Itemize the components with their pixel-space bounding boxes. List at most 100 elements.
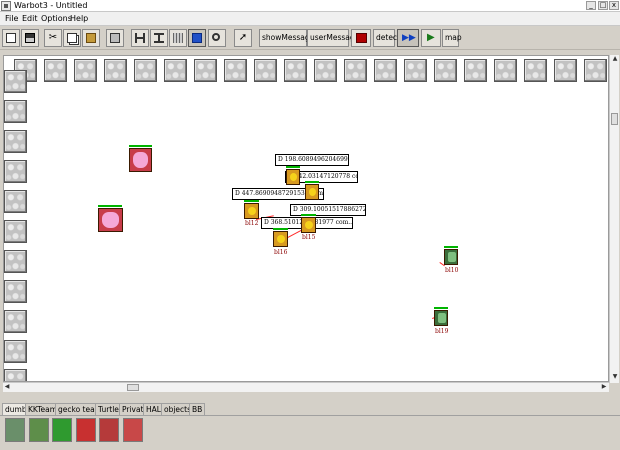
user-message-button[interactable]: userMessage [307,29,359,47]
robot-sprite [301,217,316,233]
health-bar [305,181,319,183]
wall-rock [164,59,187,82]
play-button[interactable]: ▶ [421,29,441,47]
map-button[interactable]: map [442,29,462,47]
rocket-launcher-unit[interactable]: bl19 [434,307,448,335]
menu-bar: File Edit Options Help [0,12,620,26]
stop-button[interactable] [351,29,371,47]
wall-rock [4,190,27,213]
wall-rock [434,59,457,82]
print-icon [110,33,120,43]
save-button[interactable] [21,29,39,47]
wall-rock [284,59,307,82]
wall-rock [4,340,27,363]
wall-rock [584,59,607,82]
base-green-icon[interactable] [52,418,72,442]
vertical-scrollbar[interactable]: ▲ ▼ [609,55,619,383]
align-vertical-button[interactable] [150,29,168,47]
minimize-button[interactable]: _ [586,1,596,10]
wall-rock [74,59,97,82]
menu-file[interactable]: File [5,14,18,24]
health-bar [286,166,300,168]
menu-help[interactable]: Help [70,14,88,24]
health-bar [273,228,288,230]
vertical-scroll-thumb[interactable] [611,113,618,125]
cut-button[interactable]: ✂ [44,29,62,47]
robot-sprite [434,310,448,326]
wall-rock [314,59,337,82]
battle-arena[interactable]: D 198.60894962046996 com.. D 242.0314712… [3,55,609,382]
home-base-unit[interactable] [129,145,152,173]
horizontal-scrollbar[interactable]: ◀ ▶ [3,382,609,392]
pointer-button[interactable]: ➚ [234,29,252,47]
save-icon [25,33,35,43]
menu-edit[interactable]: Edit [22,14,38,24]
scroll-right-icon[interactable]: ▶ [600,383,608,391]
wall-rock [4,280,27,303]
tab-bb[interactable]: BB [189,403,206,415]
wall-rock [524,59,547,82]
robot-label: bl10 [445,267,459,274]
distance-readout: D 198.60894962046996 com.. [275,154,349,166]
explorer-unit[interactable] [305,181,319,201]
explorer-unit[interactable]: bl16 [273,228,288,256]
application-window: Warbot3 - Untitled _ □ x File Edit Optio… [0,0,620,450]
base-red-icon[interactable] [76,418,96,442]
new-file-button[interactable] [2,29,20,47]
wall-rock [4,130,27,153]
grid-icon [173,33,183,43]
robot-label: bl19 [435,328,449,335]
tab-turtle[interactable]: Turtle [95,403,122,415]
robot-red-icon[interactable] [99,418,119,442]
explorer-unit[interactable]: bl12 [244,200,259,227]
detect-button[interactable]: detect [373,29,400,47]
wall-rock [4,220,27,243]
robot-sprite [273,231,288,247]
home-base-unit[interactable] [98,205,123,233]
copy-button[interactable] [63,29,81,47]
horizontal-scroll-thumb[interactable] [127,384,139,391]
wall-rock [4,100,27,123]
grid-button[interactable] [169,29,187,47]
rocket-launcher-unit[interactable]: bl10 [444,246,458,274]
explorer-unit[interactable]: bl15 [301,214,316,241]
align-horizontal-icon [135,33,145,43]
maximize-button[interactable]: □ [598,1,608,10]
menu-options[interactable]: Options [41,14,72,24]
new-file-icon [6,33,16,43]
align-horizontal-button[interactable] [131,29,149,47]
scroll-down-icon[interactable]: ▼ [611,373,619,381]
wall-rock [194,59,217,82]
wall-rock [4,250,27,273]
scroll-up-icon[interactable]: ▲ [611,55,619,63]
wall-rock [44,59,67,82]
zoom-button[interactable] [208,29,226,47]
tool-unit-icon[interactable] [123,418,143,442]
explorer-unit-icon[interactable] [29,418,49,442]
stop-icon [356,33,367,43]
copy-icon [67,33,77,43]
rocket-launcher-unit-icon[interactable] [5,418,25,442]
scroll-left-icon[interactable]: ◀ [3,383,11,391]
show-messages-button[interactable]: showMessages [259,29,318,47]
app-icon [1,1,11,11]
explorer-unit[interactable] [286,166,300,186]
wall-rock [254,59,277,82]
health-bar [434,307,448,309]
health-bar [444,246,458,248]
wall-rock [134,59,157,82]
fit-view-button[interactable] [188,29,206,47]
wall-rock [464,59,487,82]
wall-rock [4,160,27,183]
step-icon: ▶▶ [402,33,416,43]
print-button[interactable] [106,29,124,47]
wall-rock [404,59,427,82]
step-button[interactable]: ▶▶ [397,29,419,47]
close-button[interactable]: x [609,1,619,10]
unit-palette [0,415,620,450]
wall-rock [4,70,27,93]
robot-sprite [98,208,123,232]
wall-rock [494,59,517,82]
paste-button[interactable] [82,29,100,47]
robot-label: bl12 [245,220,259,227]
